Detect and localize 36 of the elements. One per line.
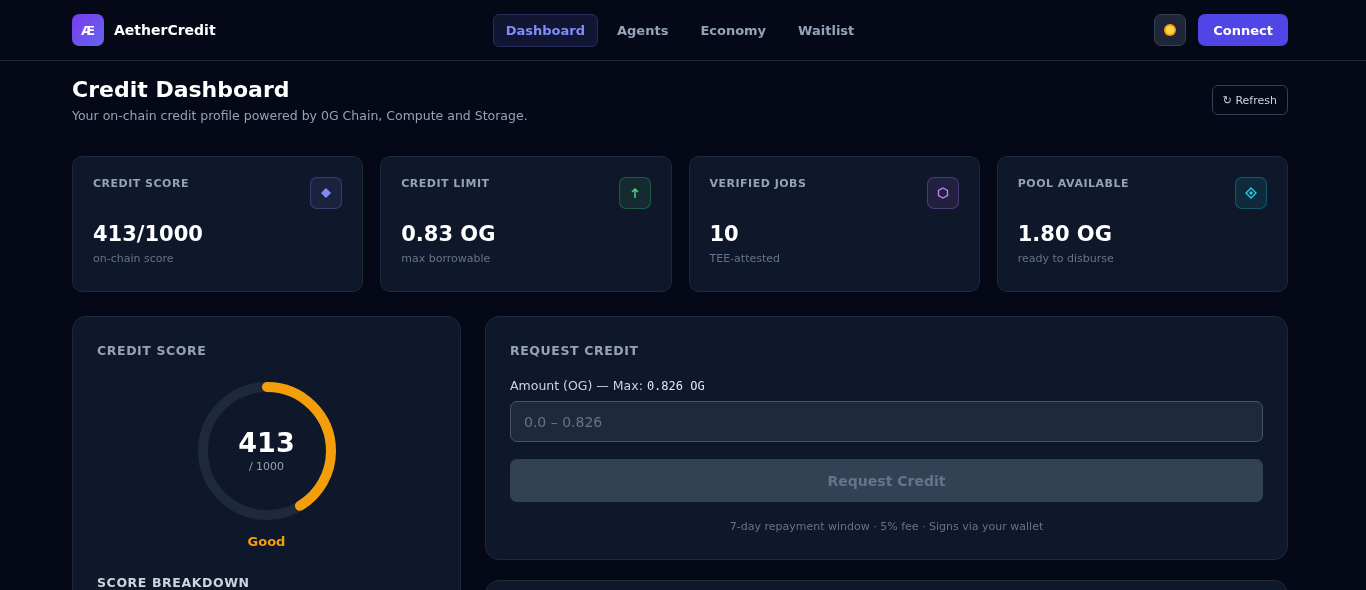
- field-label: Amount (OG) — Max:: [510, 378, 643, 393]
- sun-icon: [1163, 23, 1178, 37]
- theme-toggle-button[interactable]: [1154, 14, 1187, 46]
- stat-value: 413/1000: [93, 222, 204, 246]
- page-title: Credit Dashboard: [72, 77, 291, 102]
- score-max: / 1000: [248, 460, 285, 473]
- nav-tab[interactable]: Waitlist: [785, 13, 868, 47]
- nav-tab[interactable]: Agents: [604, 13, 682, 47]
- diamond-icon: [1245, 187, 1257, 199]
- stat-value: 1.80 OG: [1017, 222, 1113, 246]
- stat-note: ready to disburse: [1017, 252, 1115, 265]
- max-amount: 0.826 OG: [646, 379, 705, 393]
- stat-note: TEE-attested: [709, 252, 782, 265]
- score-rating: Good: [247, 534, 286, 549]
- score-value: 413: [238, 429, 295, 456]
- brand-name: AetherCredit: [114, 22, 216, 38]
- card-title: REQUEST CREDIT: [510, 343, 640, 358]
- page-subtitle: Your on-chain credit profile powered by 0G Chain, Compute and Storage.: [72, 108, 528, 123]
- diamond-icon: [320, 187, 333, 199]
- stat-value: 10: [709, 222, 740, 246]
- brand-logo: Æ: [72, 14, 104, 46]
- section-title: SCORE BREAKDOWN: [97, 575, 251, 590]
- hexagon-icon: [936, 187, 949, 199]
- refresh-button[interactable]: ↻ Refresh: [1211, 85, 1288, 115]
- stat-note: on-chain score: [93, 252, 175, 265]
- stat-label: CREDIT SCORE: [93, 177, 190, 190]
- stat-value: 0.83 OG: [401, 222, 497, 246]
- request-footnote: 7-day repayment window · 5% fee · Signs via your wallet: [729, 520, 1044, 533]
- stat-label: VERIFIED JOBS: [709, 177, 808, 190]
- stat-note: max borrowable: [401, 252, 492, 265]
- card-title: CREDIT SCORE: [97, 343, 208, 358]
- nav-tab[interactable]: Economy: [687, 13, 780, 47]
- stat-label: POOL AVAILABLE: [1017, 177, 1130, 190]
- connect-button[interactable]: Connect: [1198, 14, 1288, 46]
- stat-label: CREDIT LIMIT: [401, 177, 491, 190]
- nav-tab[interactable]: Dashboard: [492, 13, 598, 47]
